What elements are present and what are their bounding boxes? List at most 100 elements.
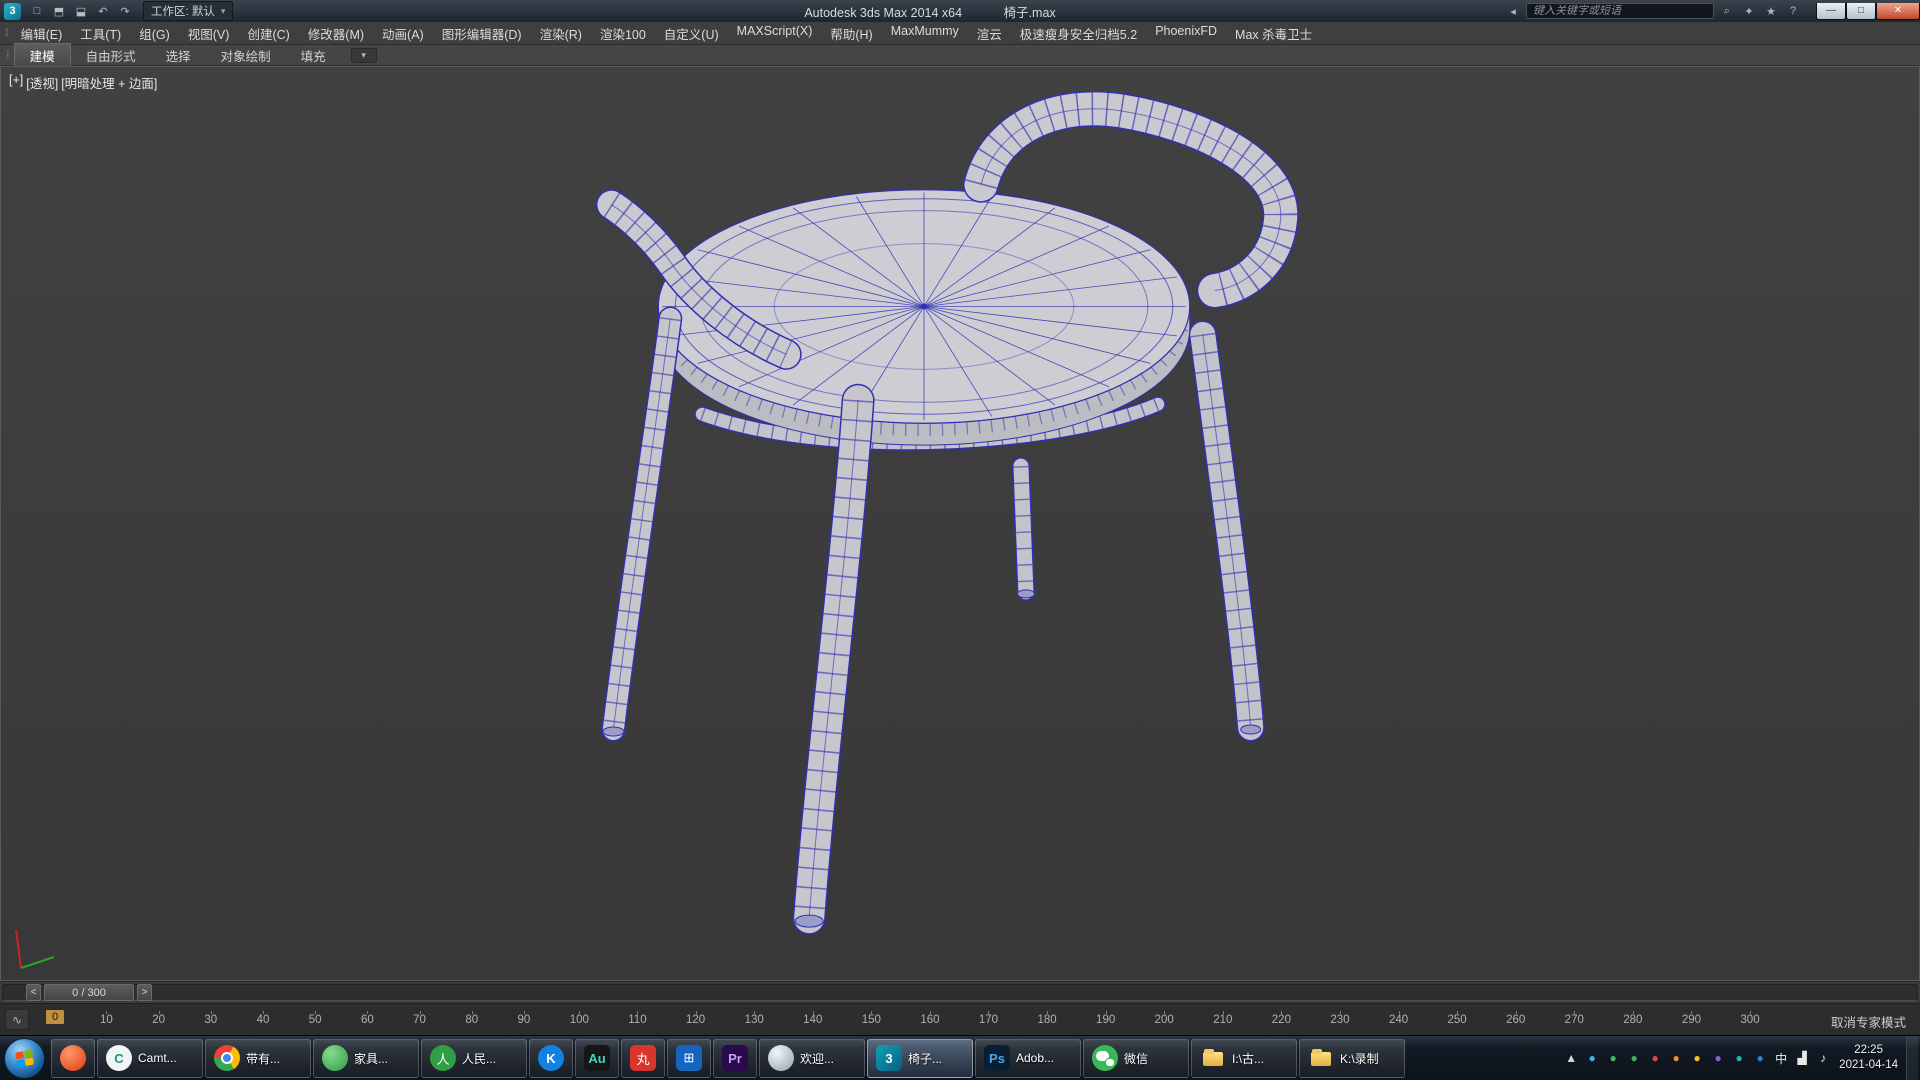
collapse-icon[interactable]: ◂ (1504, 3, 1522, 19)
green2-icon: 人 (430, 1045, 456, 1071)
3dsmax-logo-icon[interactable]: 3 (4, 3, 21, 20)
start-button[interactable] (4, 1038, 45, 1079)
favorites-star-icon[interactable]: ★ (1762, 3, 1780, 19)
wan-button[interactable]: 丸 (621, 1039, 665, 1078)
time-slider-track[interactable] (2, 984, 1918, 1001)
tiles-icon: ⊞ (676, 1045, 702, 1071)
menu-item[interactable]: 动画(A) (373, 22, 433, 45)
chair-model[interactable] (1, 67, 1919, 980)
folder-button[interactable]: I:\古... (1191, 1039, 1297, 1078)
menu-item[interactable]: 图形编辑器(D) (433, 22, 531, 45)
tray-teal-icon[interactable]: ● (1729, 1047, 1749, 1069)
green2-button[interactable]: 人人民... (421, 1039, 527, 1078)
new-file-icon[interactable]: □ (27, 2, 47, 20)
workspace-dropdown[interactable]: 工作区: 默认 ▾ (143, 1, 233, 21)
tray-volume-icon[interactable]: ♪ (1813, 1047, 1833, 1069)
redo-icon[interactable]: ↷ (115, 2, 135, 20)
taskbar-apps: CCamt...带有...家具...人人民...KAu丸 ⊞ Pr 欢迎...3椅子.… (50, 1036, 1406, 1080)
viewport-menu-plus[interactable]: [+] (9, 73, 23, 92)
premiere-icon: Pr (722, 1045, 748, 1071)
photoshop-button[interactable]: PsAdob... (975, 1039, 1081, 1078)
tray-orange-icon[interactable]: ● (1666, 1047, 1686, 1069)
menu-item[interactable]: 编辑(E) (12, 22, 72, 45)
maximize-button[interactable]: □ (1846, 3, 1876, 20)
green1-button[interactable]: 家具... (313, 1039, 419, 1078)
search-icon[interactable]: ⌕ (1718, 3, 1736, 19)
tray-purple-icon[interactable]: ● (1708, 1047, 1728, 1069)
help-icon[interactable]: ? (1784, 3, 1802, 19)
premiere-button[interactable]: Pr (713, 1039, 757, 1078)
tray-yellow-icon[interactable]: ● (1687, 1047, 1707, 1069)
ribbon-tab[interactable]: 对象绘制 (206, 44, 286, 67)
save-file-icon[interactable]: ⬓ (71, 2, 91, 20)
menu-item[interactable]: 自定义(U) (655, 22, 728, 45)
ruler-ticks: 1020304050607080901001101201301401501601… (100, 1011, 1760, 1026)
tray-wechat-icon[interactable]: ● (1603, 1047, 1623, 1069)
taskbar: CCamt...带有...家具...人人民...KAu丸 ⊞ Pr 欢迎...3椅子.… (0, 1035, 1920, 1080)
menu-item[interactable]: 渲云 (968, 22, 1011, 45)
taskbar-app-label: K:\录制 (1340, 1050, 1379, 1067)
toolbar-drag-handle-icon[interactable]: ⁞⁞ (0, 28, 12, 39)
track-bar[interactable]: ∿ 0 102030405060708090100110120130140150… (0, 1003, 1920, 1035)
menu-items: 编辑(E)工具(T)组(G)视图(V)创建(C)修改器(M)动画(A)图形编辑器… (12, 22, 1322, 45)
viewport-menu-shading[interactable]: [明暗处理 + 边面] (61, 73, 157, 92)
camtasia-button[interactable]: CCamt... (97, 1039, 203, 1078)
menu-item[interactable]: 渲染100 (591, 22, 655, 45)
tray-network-icon[interactable]: ▟ (1792, 1047, 1812, 1069)
mini-curve-editor-icon[interactable]: ∿ (5, 1009, 29, 1030)
audition-button[interactable]: Au (575, 1039, 619, 1078)
ribbon-drag-handle-icon[interactable]: ⁞⁞ (0, 50, 14, 61)
undo-icon[interactable]: ↶ (93, 2, 113, 20)
menu-item[interactable]: 创建(C) (238, 22, 298, 45)
next-frame-button[interactable]: > (137, 984, 152, 1001)
menu-item[interactable]: 视图(V) (179, 22, 239, 45)
current-frame-marker[interactable]: 0 (46, 1010, 64, 1024)
previous-frame-button[interactable]: < (26, 984, 41, 1001)
tiles-button[interactable]: ⊞ (667, 1039, 711, 1078)
ribbon-tab[interactable]: 建模 (14, 43, 71, 67)
perspective-viewport[interactable]: [+] [透视] [明暗处理 + 边面] (0, 66, 1920, 981)
menu-item[interactable]: 渲染(R) (531, 22, 591, 45)
close-button[interactable]: ✕ (1876, 3, 1920, 20)
ribbon-tab[interactable]: 自由形式 (71, 44, 151, 67)
show-desktop-button[interactable] (1906, 1036, 1918, 1080)
kuaijianji-button[interactable]: K (529, 1039, 573, 1078)
sphere-button[interactable]: 欢迎... (759, 1039, 865, 1078)
cancel-expert-mode-button[interactable]: 取消专家模式 (1831, 1012, 1906, 1031)
browser-button[interactable] (51, 1039, 95, 1078)
tray-ime-icon[interactable]: 中 (1771, 1047, 1791, 1069)
photoshop-icon: Ps (984, 1045, 1010, 1071)
time-slider-handle[interactable]: 0 / 300 (44, 984, 134, 1001)
wechat-app-button[interactable]: 微信 (1083, 1039, 1189, 1078)
tray-qq-icon[interactable]: ● (1582, 1047, 1602, 1069)
tray-360-icon[interactable]: ● (1624, 1047, 1644, 1069)
ribbon-tab[interactable]: 选择 (151, 44, 206, 67)
communication-center-icon[interactable]: ✦ (1740, 3, 1758, 19)
menu-item[interactable]: 组(G) (130, 22, 179, 45)
menu-item[interactable]: 帮助(H) (821, 22, 881, 45)
menu-item[interactable]: 工具(T) (71, 22, 130, 45)
menu-item[interactable]: 修改器(M) (299, 22, 373, 45)
ruler-tick-label: 100 (570, 1011, 589, 1026)
file-name: 椅子.max (1004, 6, 1056, 20)
folder-button[interactable]: K:\录制 (1299, 1039, 1405, 1078)
ruler-tick-label: 190 (1096, 1011, 1115, 1026)
search-input[interactable] (1526, 3, 1714, 19)
menu-item[interactable]: 极速瘦身安全归档5.2 (1011, 22, 1146, 45)
tray-blue-icon[interactable]: ● (1750, 1047, 1770, 1069)
menu-item[interactable]: PhoenixFD (1146, 22, 1226, 45)
menu-item[interactable]: Max 杀毒卫士 (1226, 22, 1321, 45)
chrome-button[interactable]: 带有... (205, 1039, 311, 1078)
tray-red-icon[interactable]: ● (1645, 1047, 1665, 1069)
max-app-button[interactable]: 3椅子... (867, 1039, 973, 1078)
menu-item[interactable]: MAXScript(X) (728, 22, 822, 45)
tray-expand-icon[interactable]: ▲ (1561, 1047, 1581, 1069)
taskbar-clock[interactable]: 22:25 2021-04-14 (1839, 1043, 1898, 1073)
minimize-button[interactable]: — (1816, 3, 1846, 20)
ribbon-minimize-icon[interactable]: ▾ (351, 48, 377, 63)
ribbon-tab[interactable]: 填充 (286, 44, 341, 67)
viewport-menu-view[interactable]: [透视] (26, 73, 58, 92)
ruler-tick-label: 110 (628, 1011, 646, 1026)
open-file-icon[interactable]: ⬒ (49, 2, 69, 20)
menu-item[interactable]: MaxMummy (882, 22, 968, 45)
